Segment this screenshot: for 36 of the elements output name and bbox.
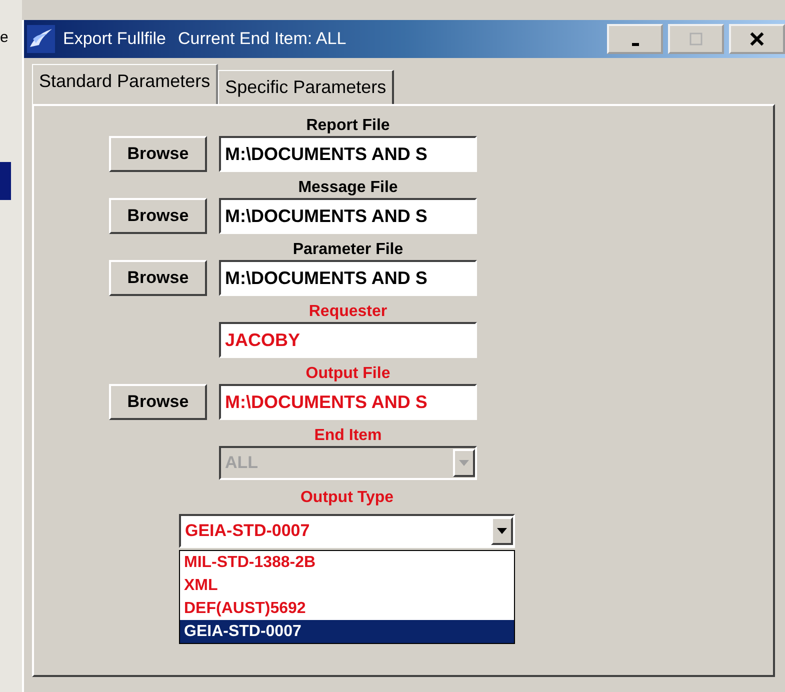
bird-logo-icon bbox=[27, 25, 55, 53]
minimize-icon bbox=[632, 42, 638, 46]
field-label: Output Type bbox=[299, 488, 395, 508]
field-label: Report File bbox=[305, 116, 391, 136]
maximize-button[interactable] bbox=[668, 24, 724, 54]
browse-button[interactable]: Browse bbox=[109, 384, 207, 420]
minimize-button[interactable] bbox=[607, 24, 663, 54]
dropdown[interactable]: GEIA-STD-0007 bbox=[179, 514, 515, 548]
dropdown-option[interactable]: DEF(AUST)5692 bbox=[180, 597, 514, 620]
field-label: Output File bbox=[304, 364, 392, 384]
browse-button[interactable]: Browse bbox=[109, 136, 207, 172]
background-text: e bbox=[0, 30, 10, 46]
window-title: Export Fullfile bbox=[63, 29, 166, 49]
dropdown-option[interactable]: MIL-STD-1388-2B bbox=[180, 551, 514, 574]
window-subtitle: Current End Item: ALL bbox=[178, 29, 346, 49]
text-field[interactable]: M:\DOCUMENTS AND S bbox=[219, 260, 477, 296]
dropdown-option[interactable]: GEIA-STD-0007 bbox=[180, 620, 514, 643]
close-button[interactable] bbox=[729, 24, 785, 54]
browse-button[interactable]: Browse bbox=[109, 260, 207, 296]
tab[interactable]: Specific Parameters bbox=[218, 70, 394, 104]
text-field[interactable]: M:\DOCUMENTS AND S bbox=[219, 198, 477, 234]
text-field[interactable]: M:\DOCUMENTS AND S bbox=[219, 136, 477, 172]
background-selection bbox=[0, 162, 11, 200]
dropdown-arrow-icon bbox=[459, 460, 469, 466]
browse-button[interactable]: Browse bbox=[109, 198, 207, 234]
field-label: Message File bbox=[297, 178, 399, 198]
field-label: Requester bbox=[308, 302, 388, 322]
close-icon bbox=[749, 31, 765, 47]
tab[interactable]: Standard Parameters bbox=[32, 64, 218, 104]
maximize-icon bbox=[689, 32, 703, 46]
dropdown-option[interactable]: XML bbox=[180, 574, 514, 597]
field-label: Parameter File bbox=[292, 240, 404, 260]
dropdown-arrow-icon bbox=[497, 528, 507, 534]
text-field[interactable]: JACOBY bbox=[219, 322, 477, 358]
text-field[interactable]: M:\DOCUMENTS AND S bbox=[219, 384, 477, 420]
field-label: End Item bbox=[313, 426, 383, 446]
